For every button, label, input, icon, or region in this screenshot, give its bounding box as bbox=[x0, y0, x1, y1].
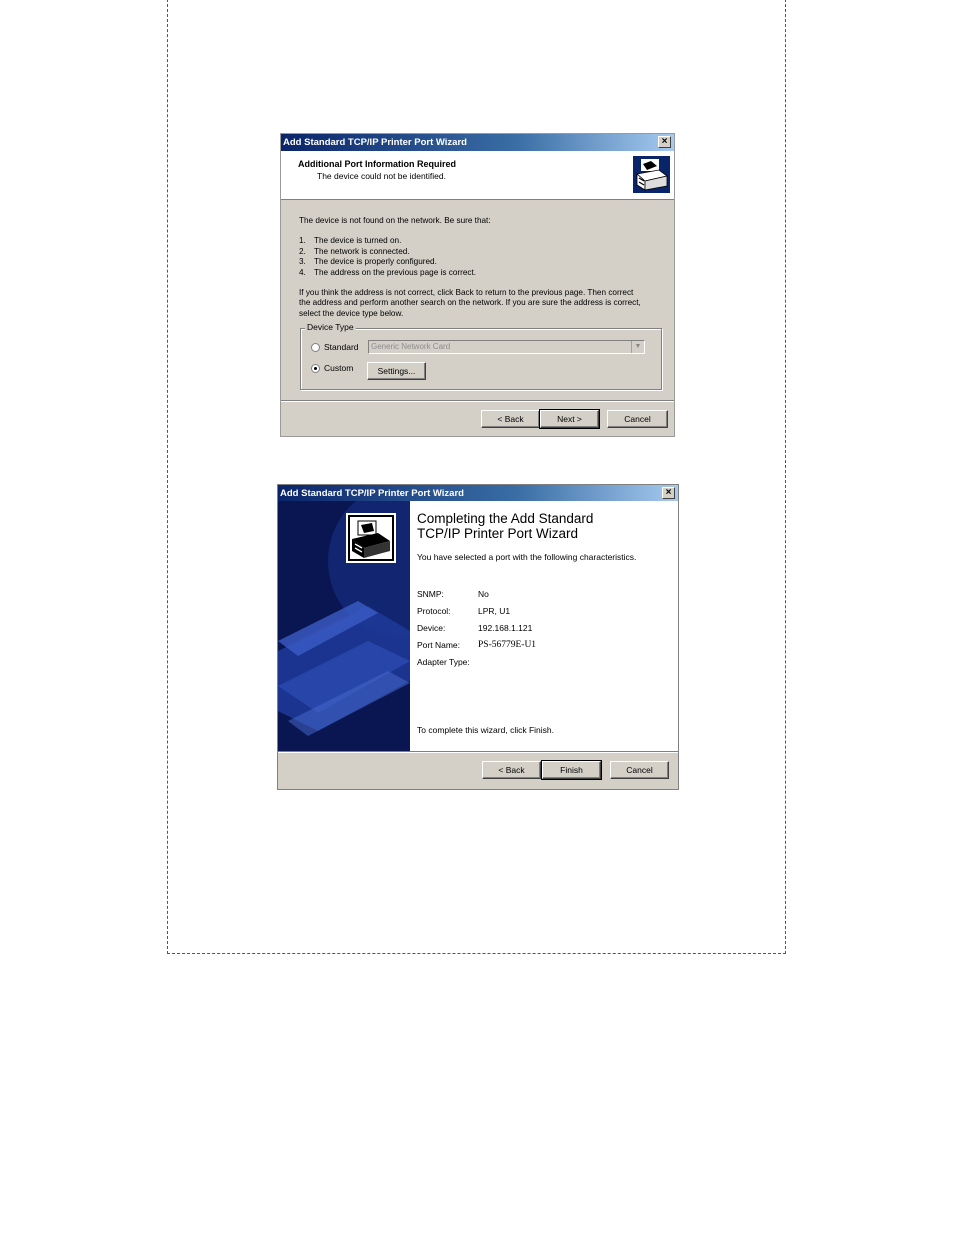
dialog-title: Add Standard TCP/IP Printer Port Wizard bbox=[280, 488, 464, 499]
standard-radio[interactable] bbox=[311, 343, 320, 352]
finish-button[interactable]: Finish bbox=[541, 760, 602, 780]
property-value: LPR, U1 bbox=[478, 606, 511, 616]
wizard-dialog-additional-info: Add Standard TCP/IP Printer Port Wizard … bbox=[280, 133, 675, 437]
property-value: PS-56779E-U1 bbox=[478, 640, 537, 650]
advice-text-line: the address and perform another search o… bbox=[299, 298, 641, 308]
property-label: Device: bbox=[417, 623, 446, 633]
finish-instruction: To complete this wizard, click Finish. bbox=[417, 725, 554, 735]
advice-text-line: select the device type below. bbox=[299, 308, 404, 318]
heading-line: TCP/IP Printer Port Wizard bbox=[417, 526, 579, 541]
wizard-header: Additional Port Information Required The… bbox=[281, 151, 674, 200]
item-text: The address on the previous page is corr… bbox=[314, 267, 477, 277]
close-icon: × bbox=[665, 487, 672, 498]
next-button[interactable]: Next > bbox=[539, 409, 600, 429]
close-button[interactable]: × bbox=[658, 136, 671, 148]
item-number: 3. bbox=[299, 257, 306, 267]
device-type-label: Device Type bbox=[305, 322, 356, 332]
cancel-button[interactable]: Cancel bbox=[607, 410, 668, 428]
checklist-item: 1. The device is turned on. bbox=[299, 236, 659, 246]
standard-device-value: Generic Network Card bbox=[371, 342, 451, 351]
dialog-titlebar[interactable]: Add Standard TCP/IP Printer Port Wizard … bbox=[281, 134, 674, 151]
property-label: Port Name: bbox=[417, 640, 460, 650]
footer-divider bbox=[278, 751, 678, 753]
wizard-body-text: The device is not found on the network. … bbox=[299, 216, 659, 319]
standard-label[interactable]: Standard bbox=[324, 342, 359, 352]
custom-label[interactable]: Custom bbox=[324, 363, 353, 373]
close-button[interactable]: × bbox=[662, 487, 675, 499]
summary-subtitle: You have selected a port with the follow… bbox=[417, 552, 637, 562]
item-number: 4. bbox=[299, 267, 306, 277]
property-label: Adapter Type: bbox=[417, 657, 470, 667]
standard-device-select[interactable]: Generic Network Card ▼ bbox=[368, 340, 645, 354]
item-number: 1. bbox=[299, 236, 306, 246]
wizard-sidebar-graphic bbox=[278, 501, 410, 751]
close-icon: × bbox=[661, 136, 668, 147]
header-title: Additional Port Information Required bbox=[298, 159, 456, 169]
item-text: The device is turned on. bbox=[314, 236, 402, 246]
heading-line: Completing the Add Standard bbox=[417, 511, 594, 526]
dialog-title: Add Standard TCP/IP Printer Port Wizard bbox=[283, 137, 467, 148]
back-button[interactable]: < Back bbox=[481, 410, 540, 428]
property-label: Protocol: bbox=[417, 606, 451, 616]
header-subtitle: The device could not be identified. bbox=[317, 171, 447, 181]
item-number: 2. bbox=[299, 246, 306, 256]
footer-divider bbox=[281, 400, 674, 402]
property-value: 192.168.1.121 bbox=[478, 623, 533, 633]
item-text: The device is properly configured. bbox=[314, 257, 437, 267]
custom-radio[interactable] bbox=[311, 364, 320, 373]
dialog-titlebar[interactable]: Add Standard TCP/IP Printer Port Wizard … bbox=[278, 485, 678, 502]
wizard-summary-panel: Completing the Add Standard TCP/IP Print… bbox=[410, 501, 678, 751]
checklist-item: 3. The device is properly configured. bbox=[299, 257, 659, 267]
checklist-item: 4. The address on the previous page is co… bbox=[299, 268, 659, 278]
property-label: SNMP: bbox=[417, 589, 444, 599]
chevron-down-icon[interactable]: ▼ bbox=[631, 341, 644, 353]
advice-text-line: If you think the address is not correct,… bbox=[299, 288, 634, 298]
wizard-dialog-completing: Add Standard TCP/IP Printer Port Wizard … bbox=[277, 484, 679, 790]
cancel-button[interactable]: Cancel bbox=[610, 761, 669, 779]
checklist-item: 2. The network is connected. bbox=[299, 247, 659, 257]
back-button[interactable]: < Back bbox=[482, 761, 541, 779]
property-value: No bbox=[478, 589, 489, 599]
printer-port-wizard-icon bbox=[633, 156, 670, 193]
completing-heading: Completing the Add Standard TCP/IP Print… bbox=[417, 511, 667, 541]
item-text: The network is connected. bbox=[314, 246, 410, 256]
settings-button[interactable]: Settings... bbox=[367, 362, 426, 380]
device-type-group: Device Type Standard Generic Network Car… bbox=[300, 322, 662, 390]
intro-text: The device is not found on the network. … bbox=[299, 216, 491, 225]
